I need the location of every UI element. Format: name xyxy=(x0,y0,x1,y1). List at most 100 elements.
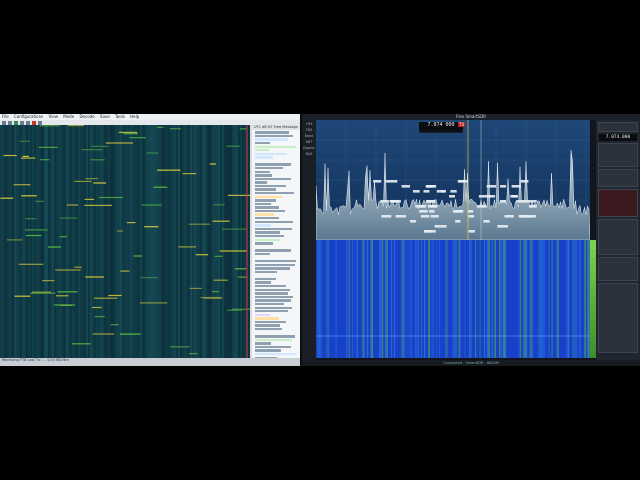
vfo-frequency-display[interactable]: 7.074.000 xyxy=(599,134,637,141)
slice-tx-badge[interactable]: TX xyxy=(458,122,466,127)
decoded-message-row[interactable] xyxy=(255,195,282,198)
decoded-message-row[interactable] xyxy=(255,353,296,356)
meter-panel[interactable] xyxy=(598,283,638,353)
decoded-message-row[interactable] xyxy=(255,217,279,220)
bottom-status-bar: Connected - SmartSDR - 6600M xyxy=(302,360,640,366)
decoded-message-row[interactable] xyxy=(255,313,270,317)
decoded-message-row[interactable] xyxy=(255,213,274,216)
side-menu-band[interactable]: Band xyxy=(302,134,316,138)
menu-mode[interactable]: Mode xyxy=(63,114,74,119)
decoded-message-row[interactable] xyxy=(255,199,276,202)
menu-help[interactable]: Help xyxy=(130,114,139,119)
audio-panel[interactable] xyxy=(598,219,638,255)
slice-frequency-display[interactable]: 7.074 000 xyxy=(419,122,463,130)
toolbar-tune-icon[interactable] xyxy=(38,120,42,125)
menu-decode[interactable]: Decode xyxy=(79,114,94,119)
toolbar-save-icon[interactable] xyxy=(8,120,12,125)
menu-save[interactable]: Save xyxy=(100,114,110,119)
decoded-message-row[interactable] xyxy=(255,292,288,295)
volume-sliders[interactable] xyxy=(598,257,638,281)
status-text: Receiving FT8 Last Tx: ... 1/15 WD:6m xyxy=(2,358,69,362)
decoded-messages-list[interactable]: UTC dB DT Freq Message xyxy=(252,125,300,358)
decoded-message-row[interactable] xyxy=(255,174,272,177)
toolbar-decode-icon[interactable] xyxy=(26,120,30,125)
decoded-message-row[interactable] xyxy=(255,163,291,166)
decoded-message-row[interactable] xyxy=(255,260,296,263)
decoded-message-row[interactable] xyxy=(255,234,284,238)
decoded-message-row[interactable] xyxy=(255,220,293,224)
decoded-message-row[interactable] xyxy=(255,156,273,159)
decoded-message-row[interactable] xyxy=(255,277,276,281)
decoded-message-row[interactable] xyxy=(255,145,296,148)
menu-view[interactable]: View xyxy=(48,114,58,119)
decoded-message-row[interactable] xyxy=(255,152,287,156)
menu-configurations[interactable]: Configurations xyxy=(14,114,43,119)
side-menu-fdx[interactable]: FDX xyxy=(302,128,316,132)
decoded-message-row[interactable] xyxy=(255,181,267,184)
decoded-message-row[interactable] xyxy=(255,192,294,195)
decoded-message-row[interactable] xyxy=(255,188,276,191)
decoded-message-row[interactable] xyxy=(255,299,291,302)
decoded-message-row[interactable] xyxy=(255,184,286,188)
toolbar-open-icon[interactable] xyxy=(2,120,6,125)
decoded-message-row[interactable] xyxy=(255,149,269,152)
decoded-message-row[interactable] xyxy=(255,270,277,274)
side-menu-dax[interactable]: DAX xyxy=(302,152,316,156)
mode-panel[interactable] xyxy=(598,169,638,187)
sdr-waterfall[interactable] xyxy=(316,240,590,358)
side-menu-display[interactable]: Display xyxy=(302,146,316,150)
decoded-message-row[interactable] xyxy=(255,242,273,245)
decoded-message-row[interactable] xyxy=(255,267,290,270)
menu-tools[interactable]: Tools xyxy=(115,114,125,119)
decoded-message-row[interactable] xyxy=(255,231,280,234)
decoded-message-row[interactable] xyxy=(255,238,280,241)
decoded-message-row[interactable] xyxy=(255,338,292,342)
decoded-message-row[interactable] xyxy=(255,252,270,256)
tx-panel[interactable] xyxy=(598,189,638,217)
decoded-message-row[interactable] xyxy=(255,227,292,231)
decoded-message-row[interactable] xyxy=(255,281,271,284)
decoded-message-row[interactable] xyxy=(255,141,270,145)
decoded-message-row[interactable] xyxy=(255,349,281,352)
band-panel[interactable] xyxy=(598,122,638,132)
decoded-message-row[interactable] xyxy=(255,285,286,288)
decoded-message-row[interactable] xyxy=(255,209,285,213)
toolbar-erase-icon[interactable] xyxy=(20,120,24,125)
decoded-message-row[interactable] xyxy=(255,345,291,349)
decoded-message-row[interactable] xyxy=(255,342,271,345)
decoded-message-row[interactable] xyxy=(255,131,289,134)
decoded-message-row[interactable] xyxy=(255,331,281,334)
decoded-message-row[interactable] xyxy=(255,295,293,299)
decoded-message-row[interactable] xyxy=(255,317,279,320)
decoded-message-row[interactable] xyxy=(255,274,277,277)
decoded-message-row[interactable] xyxy=(255,249,291,252)
toolbar-monitor-icon[interactable] xyxy=(14,120,18,125)
dsp-panel[interactable] xyxy=(598,143,638,167)
decoded-message-row[interactable] xyxy=(255,138,288,141)
panadapter-spectrum[interactable] xyxy=(316,120,590,240)
menu-file[interactable]: File xyxy=(2,114,9,119)
decoded-message-row[interactable] xyxy=(255,335,295,338)
decoded-message-row[interactable] xyxy=(255,327,282,331)
decoded-message-row[interactable] xyxy=(255,288,290,292)
decoded-message-row[interactable] xyxy=(255,302,284,306)
decoded-message-row[interactable] xyxy=(255,224,271,227)
decoded-message-row[interactable] xyxy=(255,202,271,206)
decoded-message-row[interactable] xyxy=(255,256,275,259)
toolbar-halt-icon[interactable] xyxy=(32,120,36,125)
waterfall-display[interactable] xyxy=(0,125,250,358)
decoded-message-row[interactable] xyxy=(255,159,271,163)
decoded-message-row[interactable] xyxy=(255,170,270,173)
decoded-message-row[interactable] xyxy=(255,263,295,266)
decoded-message-row[interactable] xyxy=(255,306,292,309)
decoded-message-row[interactable] xyxy=(255,166,283,170)
decoded-message-row[interactable] xyxy=(255,320,286,324)
decoded-message-row[interactable] xyxy=(255,324,280,327)
decoded-message-row[interactable] xyxy=(255,134,293,138)
decoded-message-row[interactable] xyxy=(255,206,279,209)
decoded-message-row[interactable] xyxy=(255,310,288,313)
side-menu-rx[interactable]: +RX xyxy=(302,122,316,126)
side-menu-ant[interactable]: ANT xyxy=(302,140,316,144)
decoded-message-row[interactable] xyxy=(255,245,279,249)
decoded-message-row[interactable] xyxy=(255,177,291,181)
